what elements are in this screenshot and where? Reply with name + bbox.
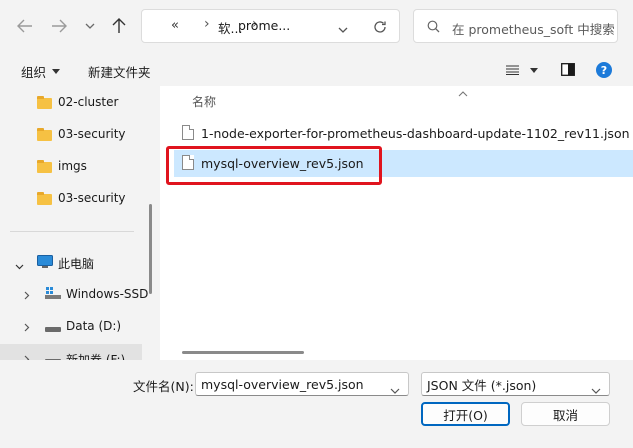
horizontal-scrollbar[interactable]	[182, 351, 304, 354]
expand-chevron-icon[interactable]	[24, 321, 30, 335]
caret-down-icon	[530, 67, 538, 73]
file-icon	[182, 125, 194, 140]
cancel-button-label: 取消	[552, 407, 578, 423]
filename-label: 文件名(N):	[133, 379, 194, 394]
caret-down-icon	[52, 69, 61, 74]
nav-folder[interactable]: imgs	[0, 152, 145, 180]
organize-label: 组织	[21, 65, 47, 80]
search-box[interactable]: 在 prometheus_soft 中搜索	[413, 9, 618, 43]
refresh-button[interactable]	[373, 20, 387, 37]
up-button[interactable]	[106, 13, 132, 39]
toolbar: 组织 新建文件夹 ?	[0, 56, 633, 86]
filetype-value: JSON 文件 (*.json)	[427, 377, 537, 393]
drive-icon	[45, 322, 61, 336]
organize-button[interactable]: 组织	[21, 62, 61, 81]
sort-chevron-up-icon	[458, 86, 468, 100]
nav-this-pc[interactable]: 此电脑	[0, 248, 145, 276]
breadcrumb-overflow[interactable]: «	[171, 18, 179, 33]
nav-scrollbar[interactable]	[149, 204, 152, 294]
computer-icon	[37, 255, 53, 272]
arrow-left-icon	[17, 19, 32, 33]
drive-label: Data (D:)	[66, 319, 122, 333]
nav-drive[interactable]: 新加卷 (F:)	[0, 344, 142, 360]
back-button[interactable]	[12, 13, 38, 39]
file-row[interactable]: 1-node-exporter-for-prometheus-dashboard…	[174, 120, 633, 146]
folder-icon	[37, 96, 52, 109]
expand-chevron-icon[interactable]	[15, 259, 24, 273]
navigation-pane[interactable]: 02-cluster 03-security imgs 03-security …	[0, 86, 158, 360]
nav-folder[interactable]: 03-security	[0, 184, 145, 212]
nav-folder[interactable]: 02-cluster	[0, 88, 145, 116]
address-history-dropdown[interactable]	[338, 22, 348, 36]
drive-icon	[45, 354, 61, 360]
nav-folder-label: 03-security	[58, 127, 126, 141]
new-folder-button[interactable]: 新建文件夹	[88, 62, 151, 81]
nav-drive[interactable]: Windows-SSD	[0, 280, 149, 308]
cancel-button[interactable]: 取消	[521, 402, 610, 426]
this-pc-label: 此电脑	[58, 257, 95, 271]
arrow-right-icon	[52, 19, 67, 33]
view-options-button[interactable]	[506, 65, 538, 75]
nav-drive[interactable]: Data (D:)	[0, 312, 145, 340]
expand-chevron-icon[interactable]	[24, 289, 30, 303]
drive-label: 新加卷 (F:)	[66, 353, 126, 360]
nav-divider	[10, 231, 134, 232]
nav-folder-label: 02-cluster	[58, 95, 119, 109]
recent-locations-button[interactable]	[80, 13, 100, 39]
open-button-label: 打开(O)	[443, 407, 488, 423]
chevron-down-icon	[85, 23, 95, 29]
forward-button[interactable]	[46, 13, 72, 39]
folder-icon	[37, 192, 52, 205]
nav-folder-label: imgs	[58, 159, 87, 173]
filename-value: mysql-overview_rev5.json	[201, 376, 364, 392]
file-list-pane[interactable]: 名称 1-node-exporter-for-prometheus-dashbo…	[160, 86, 633, 360]
windows-drive-icon	[45, 286, 61, 303]
svg-text:?: ?	[601, 64, 607, 77]
search-placeholder: 在 prometheus_soft 中搜索	[452, 22, 615, 37]
drive-label: Windows-SSD	[66, 287, 149, 301]
highlight-box	[166, 146, 382, 185]
nav-folder-label: 03-security	[58, 191, 126, 205]
chevron-down-icon	[591, 382, 601, 397]
arrow-up-icon	[112, 18, 126, 33]
folder-icon	[37, 128, 52, 141]
expand-chevron-icon[interactable]	[24, 353, 30, 360]
refresh-icon	[374, 21, 386, 33]
preview-pane-icon	[561, 63, 575, 76]
address-bar[interactable]: « › 软... › prome...	[141, 9, 400, 43]
search-icon	[427, 20, 440, 36]
help-button[interactable]: ?	[596, 62, 612, 81]
new-folder-label: 新建文件夹	[88, 65, 151, 80]
folder-icon	[37, 160, 52, 173]
breadcrumb-separator: ›	[204, 16, 210, 32]
filename-input[interactable]: mysql-overview_rev5.json	[195, 372, 409, 396]
help-icon: ?	[596, 62, 612, 78]
column-header-name[interactable]: 名称	[192, 93, 216, 110]
chevron-down-icon	[338, 27, 348, 33]
nav-folder[interactable]: 03-security	[0, 120, 145, 148]
chevron-down-icon[interactable]	[390, 382, 400, 397]
open-button[interactable]: 打开(O)	[421, 402, 510, 426]
preview-pane-button[interactable]	[561, 63, 575, 79]
file-name: 1-node-exporter-for-prometheus-dashboard…	[201, 126, 630, 141]
list-view-icon	[506, 65, 519, 75]
filetype-select[interactable]: JSON 文件 (*.json)	[421, 372, 610, 396]
breadcrumb-prometheus[interactable]: prome...	[238, 18, 290, 33]
